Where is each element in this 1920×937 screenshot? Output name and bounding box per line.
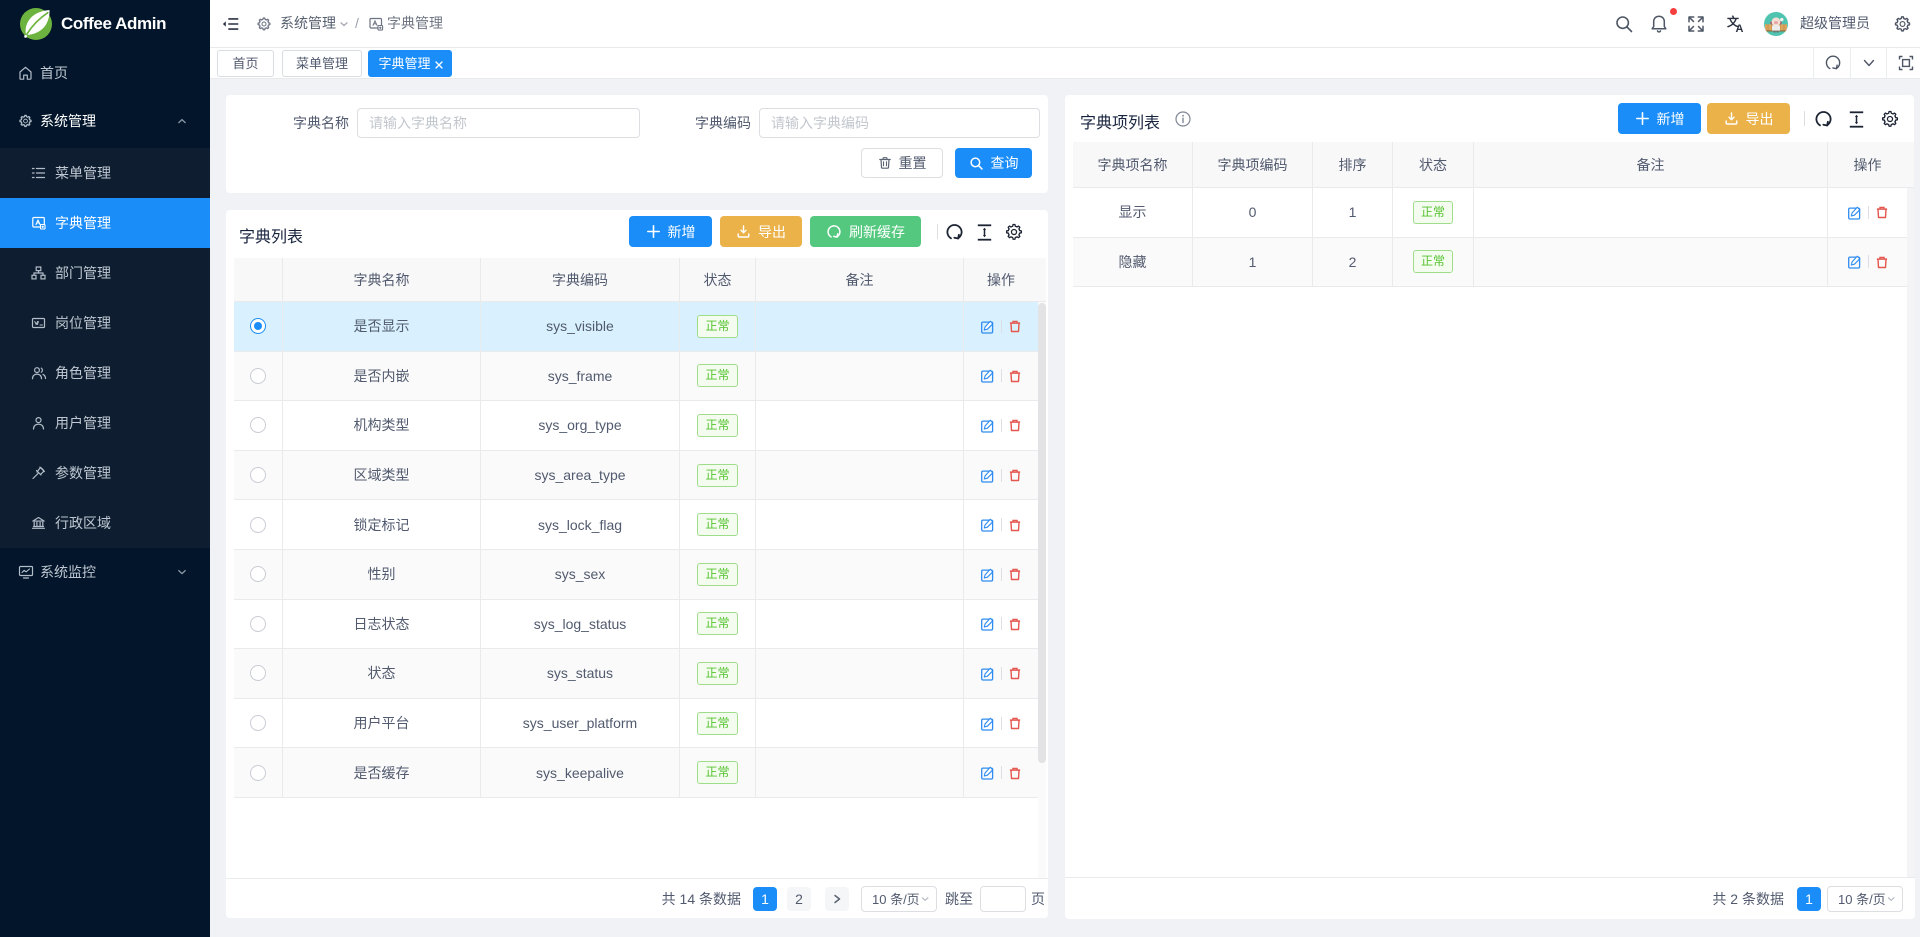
svg-text:A: A — [1736, 23, 1744, 34]
